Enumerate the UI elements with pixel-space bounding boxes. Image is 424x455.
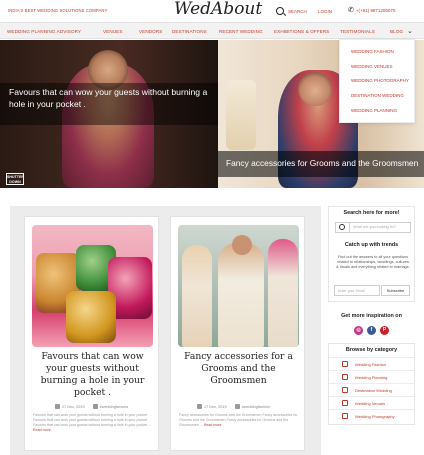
post-meta: 17 Dec, 2019 #weddingfashion <box>197 404 270 409</box>
menu-item-wedding-venues[interactable]: WEDDING VENUES <box>351 64 393 69</box>
pinterest-icon[interactable]: P <box>380 326 389 335</box>
category-item-wedding-photography[interactable]: Wedding Photography <box>329 409 414 422</box>
nav-item-vendors[interactable]: VENDORS <box>139 29 162 34</box>
fashion-icon <box>342 361 348 367</box>
calendar-icon <box>55 404 60 409</box>
menu-item-wedding-photography[interactable]: WEDDING PHOTOGRAPHY <box>351 78 409 83</box>
category-item-destination-wedding[interactable]: Destination Wedding <box>329 383 414 396</box>
post-excerpt-text: Favours that can wow your guests without… <box>33 413 152 427</box>
category-item-wedding-planning[interactable]: Wedding Planning <box>329 370 414 383</box>
email-field[interactable]: Enter your Email <box>334 285 380 296</box>
photographer-watermark: SHUTTER DOWN <box>6 173 24 185</box>
site-header: INDIA'S BEST WEDDING SOLUTIONS COMPANY W… <box>0 0 424 22</box>
phone-icon: ✆ <box>348 7 354 14</box>
login-link[interactable]: LOGIN <box>318 9 332 14</box>
phone-number: +(+91) 9871205070 <box>355 8 396 13</box>
calendar-icon <box>197 404 202 409</box>
post-thumbnail[interactable] <box>178 225 299 347</box>
category-label: Destination Wedding <box>355 388 392 393</box>
read-more-link[interactable]: Read more <box>204 423 222 427</box>
subscribe-button[interactable]: Subscribe <box>381 285 410 296</box>
search-label: SEARCH <box>288 8 307 14</box>
category-label: Wedding Venues <box>355 401 386 406</box>
blog-dropdown-menu: WEDDING FASHION WEDDING VENUES WEDDING P… <box>339 39 415 123</box>
tag-icon <box>234 404 240 409</box>
header-search-button[interactable]: SEARCH <box>276 7 307 15</box>
search-divider <box>349 223 350 232</box>
site-tagline: INDIA'S BEST WEDDING SOLUTIONS COMPANY <box>8 8 108 13</box>
hero-right-caption[interactable]: Fancy accessories for Grooms and the Gro… <box>226 158 418 168</box>
post-excerpt: Fancy accessories for Grooms and the Gro… <box>179 413 298 428</box>
facebook-icon[interactable]: f <box>367 326 376 335</box>
menu-item-wedding-fashion[interactable]: WEDDING FASHION <box>351 49 394 54</box>
read-more-link[interactable]: Read more <box>33 428 51 432</box>
post-card[interactable]: Fancy accessories for a Grooms and the G… <box>170 216 305 451</box>
nav-item-venues[interactable]: VENUES <box>103 29 123 34</box>
tag-icon <box>92 404 98 409</box>
post-excerpt-text: Fancy accessories for Grooms and the Gro… <box>179 413 298 427</box>
camera-icon <box>342 413 348 419</box>
post-date: 17 Dec, 2019 <box>204 404 227 409</box>
hero-left-caption[interactable]: Favours that can wow your guests without… <box>9 86 219 110</box>
hero-right-decor <box>226 80 256 150</box>
trends-description: Find out the answers to all your questio… <box>336 255 410 269</box>
search-icon <box>276 7 284 15</box>
trends-heading: Catch up with trends <box>344 242 399 248</box>
category-label: Wedding Fashion <box>355 362 387 367</box>
site-logo[interactable]: WedAbout <box>174 0 262 19</box>
chevron-down-icon[interactable]: ⌄ <box>407 27 413 35</box>
post-tag[interactable]: #weddingfavours <box>100 405 129 409</box>
post-meta: 27 Dec, 2019 #weddingfavours <box>55 404 128 409</box>
destination-icon <box>342 387 348 393</box>
menu-item-destination-wedding[interactable]: DESTINATION WEDDING <box>351 93 404 98</box>
post-thumbnail[interactable] <box>32 225 153 347</box>
post-excerpt: Favours that can wow your guests without… <box>33 413 152 433</box>
hero-right-face <box>298 72 332 106</box>
sidebar-search-heading: Search here for more! <box>343 210 400 216</box>
venue-icon <box>342 400 348 406</box>
category-label: Wedding Planning <box>355 375 388 380</box>
search-icon[interactable] <box>339 224 345 230</box>
instagram-icon[interactable]: ◎ <box>354 326 363 335</box>
nav-item-destinations[interactable]: DESTINATIONS <box>172 29 207 34</box>
post-title[interactable]: Fancy accessories for a Grooms and the G… <box>177 351 300 387</box>
category-label: Wedding Photography <box>355 414 395 419</box>
post-date: 27 Dec, 2019 <box>62 404 85 409</box>
post-title[interactable]: Favours that can wow your guests without… <box>31 351 154 399</box>
menu-item-wedding-planning[interactable]: WEDDING PLANNING <box>351 108 397 113</box>
post-card[interactable]: Favours that can wow your guests without… <box>24 216 159 451</box>
nav-item-recent-wedding[interactable]: RECENT WEDDING <box>219 29 263 34</box>
nav-item-wedding-planning-advisory[interactable]: WEDDING PLANNING ADVISORY <box>7 29 81 34</box>
category-item-wedding-venues[interactable]: Wedding Venues <box>329 396 414 409</box>
phone-link[interactable]: ✆ +(+91) 9871205070 <box>348 7 395 14</box>
nav-item-blog[interactable]: BLOG <box>390 29 403 34</box>
nav-item-testimonials[interactable]: TESTIMONIALS <box>340 29 375 34</box>
planning-icon <box>342 374 348 380</box>
sidebar-search-placeholder: What are you looking for? <box>353 225 397 229</box>
nav-item-exhibitions-offers[interactable]: EXHIBITIONS & OFFERS <box>274 29 329 34</box>
category-item-wedding-fashion[interactable]: Wedding Fashion <box>329 357 414 370</box>
inspiration-heading: Get more inspiration on <box>341 313 402 319</box>
post-tag[interactable]: #weddingfashion <box>242 405 271 409</box>
category-heading: Browse by category <box>345 347 398 353</box>
main-nav: WEDDING PLANNING ADVISORY VENUES VENDORS… <box>0 22 424 39</box>
